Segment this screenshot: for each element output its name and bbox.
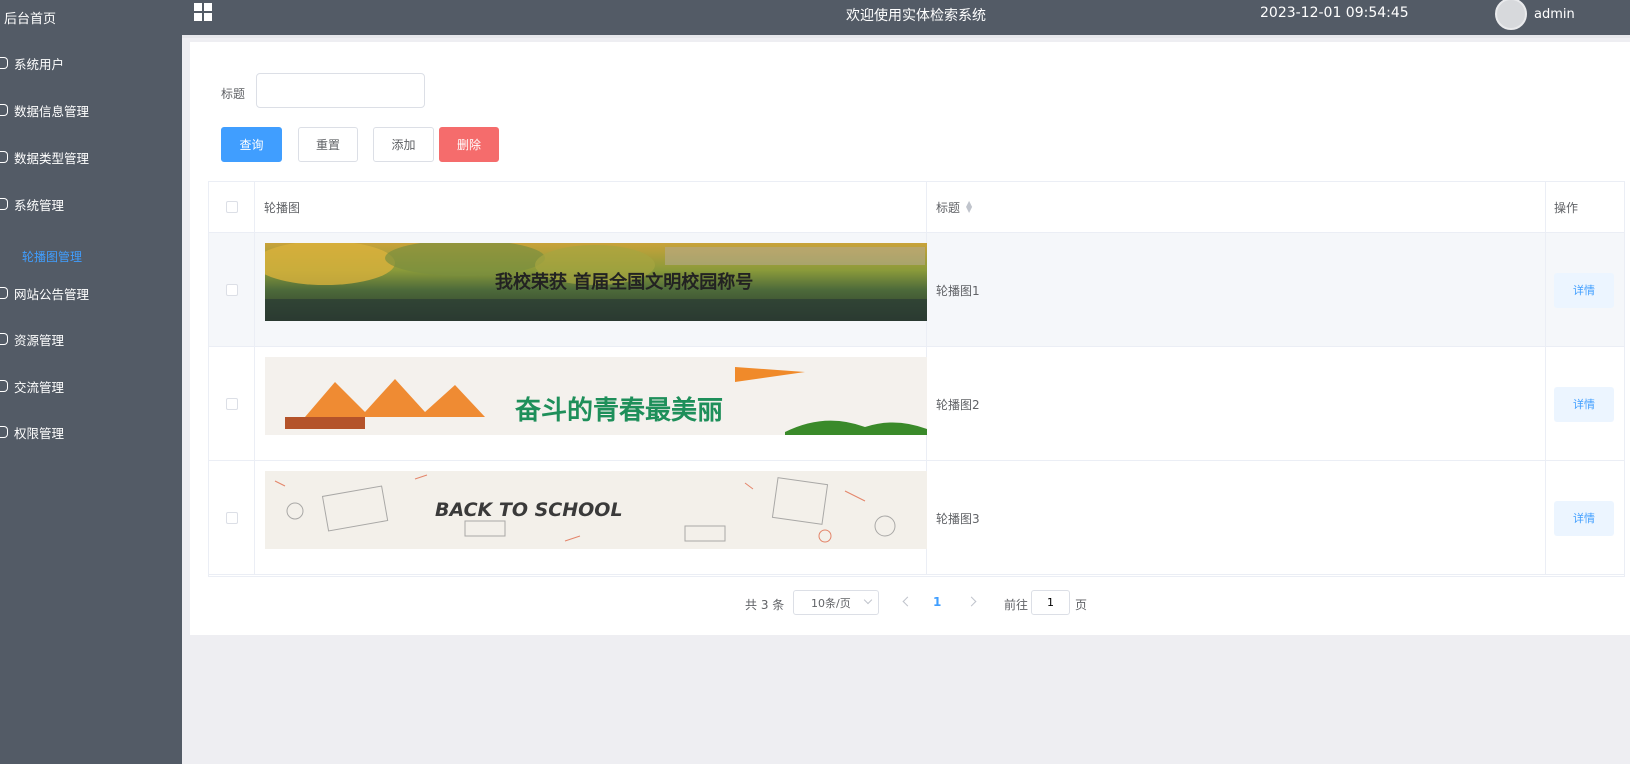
pagination-total: 共 3 条 — [745, 598, 785, 612]
sidebar-item-permissions[interactable]: 权限管理 — [0, 422, 64, 442]
banner-2-text: 奋斗的青春最美丽 — [514, 395, 723, 426]
sidebar-item-label: 交流管理 — [14, 379, 65, 395]
table-row: BACK TO SCHOOL 轮播图3 详情 — [209, 461, 1624, 575]
menu-icon — [0, 57, 8, 69]
chevron-down-icon — [863, 595, 873, 605]
sidebar-item-label: 资源管理 — [14, 332, 65, 348]
search-label: 标题 — [221, 87, 246, 101]
sidebar-item-label: 权限管理 — [14, 425, 65, 441]
sidebar-item-label: 网站公告管理 — [14, 286, 90, 302]
page-size-value: 10条/页 — [811, 596, 851, 610]
row-checkbox[interactable] — [225, 398, 238, 410]
delete-button[interactable]: 删除 — [439, 127, 499, 162]
current-time: 2023-12-01 09:54:45 — [1260, 5, 1409, 21]
sidebar-subitem-carousel[interactable]: 轮播图管理 — [22, 248, 82, 265]
banner-3-text: BACK TO SCHOOL — [435, 499, 623, 521]
sidebar-home[interactable]: 后台首页 — [4, 8, 56, 27]
grid-menu-icon[interactable] — [194, 3, 212, 21]
header-title[interactable]: 标题 ▲ ▼ — [927, 182, 1546, 233]
sidebar-item-announcements[interactable]: 网站公告管理 — [0, 283, 89, 303]
prev-page-icon[interactable] — [902, 596, 913, 607]
header-image: 轮播图 — [255, 182, 927, 233]
sidebar-item-system-management[interactable]: 系统管理 — [0, 194, 64, 214]
topbar-divider — [182, 35, 1630, 38]
carousel-image-cell: BACK TO SCHOOL — [255, 461, 927, 575]
header-select-all — [209, 182, 255, 233]
menu-icon — [0, 426, 8, 438]
sidebar-item-data-info[interactable]: 数据信息管理 — [0, 100, 89, 120]
carousel-image-2: 奋斗的青春最美丽 — [265, 357, 927, 435]
row-checkbox[interactable] — [225, 512, 238, 524]
carousel-table: 轮播图 标题 ▲ ▼ 操作 我校荣获 首届全国文明校园称号 轮播图1 详情 奋斗… — [208, 181, 1625, 577]
sidebar-item-label: 数据类型管理 — [14, 150, 90, 166]
sidebar: 后台首页 系统用户 数据信息管理 数据类型管理 系统管理 轮播图管理 网站公告管… — [0, 0, 182, 764]
page-number[interactable]: 1 — [933, 595, 941, 609]
sidebar-item-label: 系统用户 — [14, 56, 65, 72]
menu-icon — [0, 333, 8, 345]
table-row: 我校荣获 首届全国文明校园称号 轮播图1 详情 — [209, 233, 1624, 347]
query-button[interactable]: 查询 — [221, 127, 282, 162]
detail-button[interactable]: 详情 — [1554, 272, 1614, 308]
row-checkbox[interactable] — [225, 284, 238, 296]
app-title: 欢迎使用实体检索系统 — [846, 8, 986, 24]
sidebar-item-label: 系统管理 — [14, 197, 65, 213]
sidebar-item-system-users[interactable]: 系统用户 — [0, 53, 64, 73]
header-op-label: 操作 — [1554, 200, 1579, 215]
header-image-label: 轮播图 — [264, 200, 301, 215]
avatar[interactable] — [1495, 0, 1527, 30]
page-size-select[interactable]: 10条/页 — [793, 590, 879, 615]
main-card: 标题 查询 重置 添加 删除 轮播图 标题 ▲ ▼ 操作 我校荣获 首届全国文明… — [190, 42, 1630, 635]
detail-button[interactable]: 详情 — [1554, 386, 1614, 422]
row-title: 轮播图1 — [927, 233, 1546, 347]
select-all-checkbox[interactable] — [225, 201, 238, 213]
sidebar-item-resources[interactable]: 资源管理 — [0, 329, 64, 349]
add-button[interactable]: 添加 — [373, 127, 434, 162]
menu-icon — [0, 104, 8, 116]
menu-icon — [0, 287, 8, 299]
sidebar-item-label: 数据信息管理 — [14, 103, 90, 119]
goto-page-input[interactable] — [1031, 590, 1070, 615]
carousel-image-cell: 奋斗的青春最美丽 — [255, 347, 927, 461]
banner-1-text: 我校荣获 首届全国文明校园称号 — [495, 271, 753, 293]
menu-icon — [0, 151, 8, 163]
menu-icon — [0, 380, 8, 392]
header-op: 操作 — [1546, 182, 1624, 233]
pagination: 共 3 条 10条/页 1 前往 页 — [190, 590, 1630, 616]
goto-label: 前往 — [1004, 598, 1029, 612]
sort-icon[interactable]: ▲ ▼ — [966, 200, 972, 214]
username[interactable]: admin — [1534, 7, 1575, 22]
sidebar-item-communication[interactable]: 交流管理 — [0, 376, 64, 396]
row-title: 轮播图2 — [927, 347, 1546, 461]
row-title: 轮播图3 — [927, 461, 1546, 575]
reset-button[interactable]: 重置 — [298, 127, 358, 162]
goto-suffix: 页 — [1075, 598, 1088, 612]
next-page-icon[interactable] — [966, 596, 977, 607]
topbar: 欢迎使用实体检索系统 2023-12-01 09:54:45 admin — [182, 0, 1630, 35]
title-search-input[interactable] — [256, 73, 425, 108]
sidebar-item-data-type[interactable]: 数据类型管理 — [0, 147, 89, 167]
carousel-image-1: 我校荣获 首届全国文明校园称号 — [265, 243, 927, 321]
header-title-label: 标题 — [936, 200, 961, 215]
carousel-image-3: BACK TO SCHOOL — [265, 471, 927, 549]
table-row: 奋斗的青春最美丽 轮播图2 详情 — [209, 347, 1624, 461]
carousel-image-cell: 我校荣获 首届全国文明校园称号 — [255, 233, 927, 347]
menu-icon — [0, 198, 8, 210]
detail-button[interactable]: 详情 — [1554, 500, 1614, 536]
